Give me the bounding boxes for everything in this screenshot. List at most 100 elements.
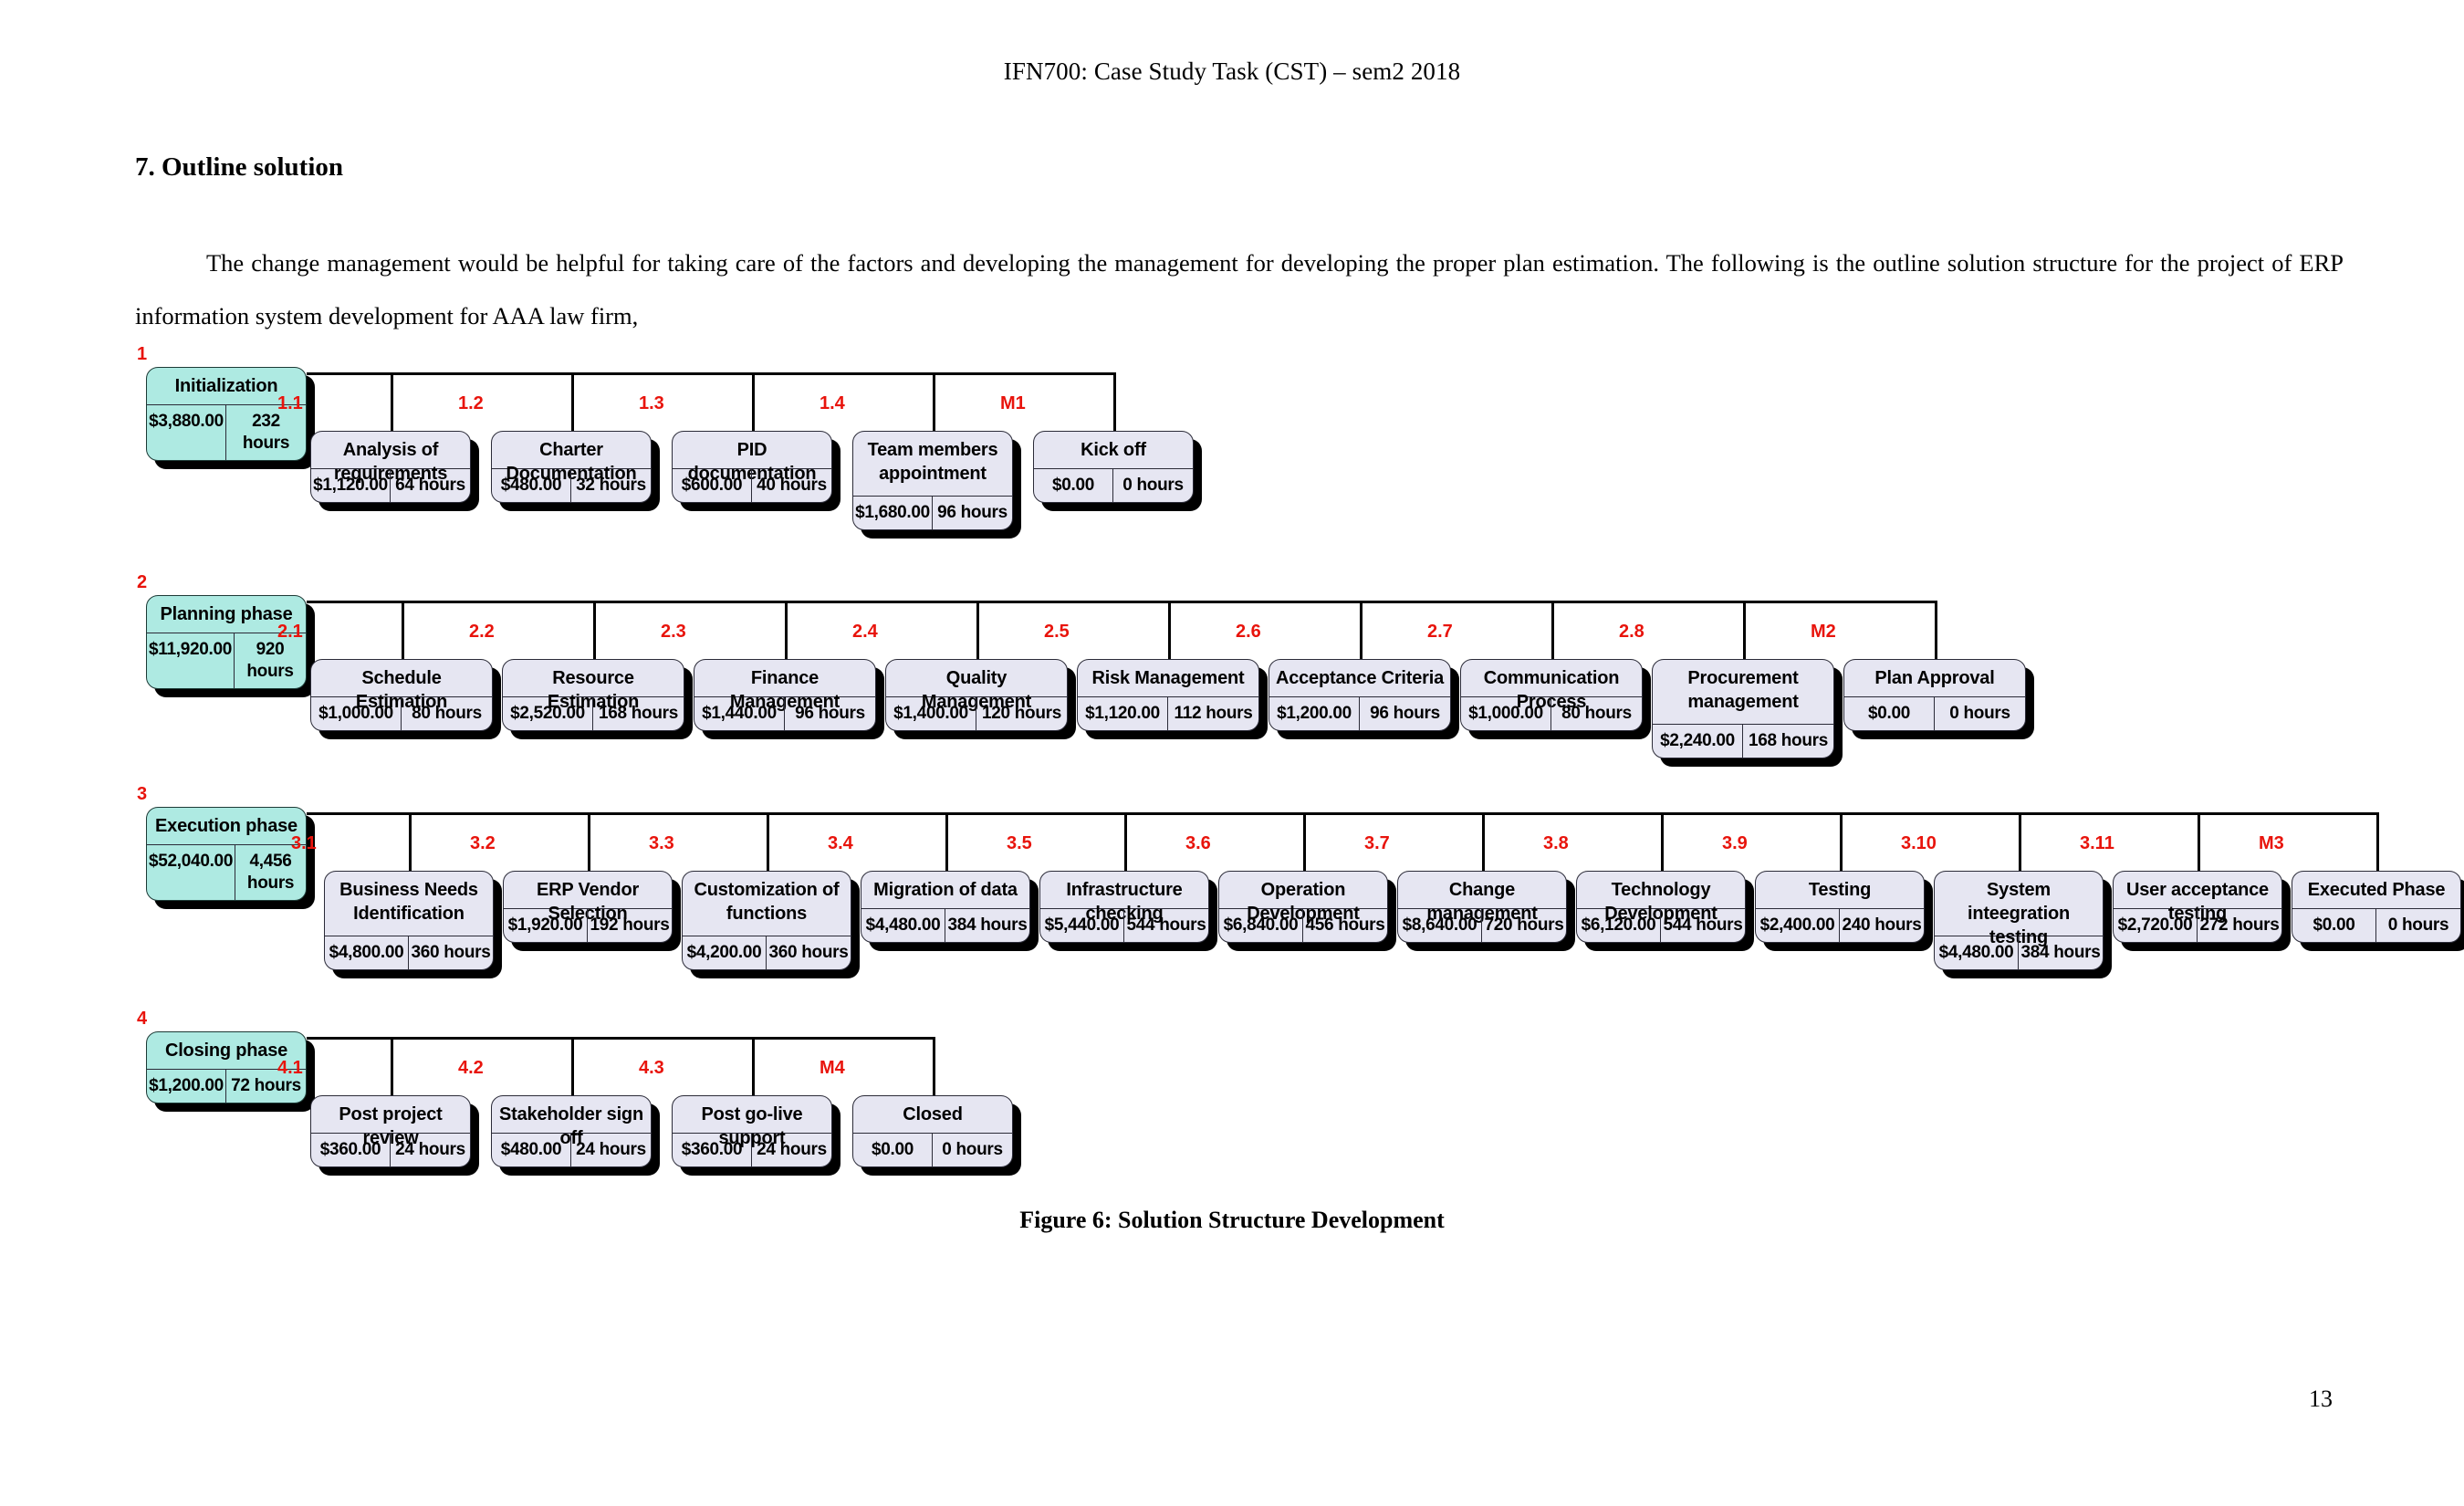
connector-drop-3.11 [2198,812,2200,871]
task-node-stats: $8,640.00 720 hours [1398,908,1566,942]
task-node-1.2[interactable]: Charter Documentation $480.00 32 hours [491,431,652,503]
task-node-cost: $2,720.00 [2114,909,2198,942]
connector-drop-3.9 [1840,812,1843,871]
task-node-cost: $1,000.00 [1461,697,1551,730]
task-node-hours: 192 hours [590,915,670,935]
task-node-title: Operation Development [1247,880,1360,924]
task-node-2.8[interactable]: Procurement management $2,240.00 168 hours [1652,659,1834,758]
task-node-cost: $1,000.00 [311,697,402,730]
task-node-title: Post project review [339,1104,443,1148]
task-node-3.7[interactable]: Change management $8,640.00 720 hours [1397,871,1567,943]
task-node-title: Acceptance Criteria [1275,668,1445,688]
task-node-1.3[interactable]: PID documentation $600.00 40 hours [672,431,832,503]
task-node-2.6[interactable]: Acceptance Criteria $1,200.00 96 hours [1269,659,1451,731]
task-node-2.2[interactable]: Resource Estimation $2,520.00 168 hours [502,659,684,731]
task-node-cost: $2,400.00 [1756,909,1840,942]
task-node-hours: 0 hours [2387,915,2449,935]
connector-drop-2.8 [1743,601,1746,659]
task-node-2.5[interactable]: Risk Management $1,120.00 112 hours [1077,659,1259,731]
task-node-stats: $1,440.00 96 hours [694,696,875,730]
task-node-title: System inteegration testing [1967,880,2071,947]
wbs-row-3: Execution phase $52,040.00 4,456 hours 3 Bus… [0,785,2464,1015]
task-node-1.1[interactable]: Analysis of requirements $1,120.00 64 hour… [310,431,471,503]
task-node-4.2[interactable]: Stakeholder sign off $480.00 24 hours [491,1095,652,1167]
task-node-hours: 720 hours [1484,915,1564,935]
task-node-M3[interactable]: Executed Phase $0.00 0 hours [2292,871,2461,943]
task-node-hours: 0 hours [942,1140,1003,1159]
connector-bus-1 [307,372,1113,375]
task-node-M4[interactable]: Closed $0.00 0 hours [852,1095,1013,1167]
connector-drop-2.6 [1360,601,1363,659]
task-node-title: Team members appointment [867,440,998,484]
connector-drop-3.2 [588,812,590,871]
wbs-id-1.3: 1.3 [639,393,664,413]
connector-drop-M2 [1935,601,1937,659]
task-node-2.3[interactable]: Finance Management $1,440.00 96 hours [694,659,876,731]
task-node-cost: $1,120.00 [311,469,391,502]
task-node-hours: 80 hours [1561,704,1632,723]
task-node-2.1[interactable]: Schedule Estimation $1,000.00 80 hours [310,659,493,731]
task-node-hours: 168 hours [598,704,679,723]
phase-node-2[interactable]: Planning phase $11,920.00 920 hours [146,595,307,689]
phase-node-1[interactable]: Initialization $3,880.00 232 hours [146,367,307,461]
connector-drop-4.3 [752,1037,755,1095]
task-node-title: Finance Management [729,668,840,712]
task-node-title: Executed Phase [2307,880,2446,900]
task-node-hours: 96 hours [795,704,865,723]
wbs-diagram: Initialization $3,880.00 232 hours 1 Analysi… [0,345,2464,1177]
task-node-stats: $1,120.00 64 hours [311,468,470,502]
task-node-3.1[interactable]: Business Needs Identification $4,800.00 36… [324,871,494,970]
task-node-stats: $4,200.00 360 hours [683,936,851,969]
wbs-id-3.4: 3.4 [828,833,853,853]
wbs-id-3.11: 3.11 [2080,833,2114,853]
task-node-cost: $2,520.00 [503,697,593,730]
wbs-id-3.10: 3.10 [1901,833,1937,853]
task-node-3.10[interactable]: System inteegration testing $4,480.00 384 … [1934,871,2104,970]
wbs-id-3.7: 3.7 [1364,833,1390,853]
task-node-cost: $2,240.00 [1653,725,1743,758]
connector-drop-2.7 [1551,601,1554,659]
connector-drop-M1 [1113,372,1116,431]
wbs-id-1.2: 1.2 [458,393,484,413]
wbs-id-3.8: 3.8 [1543,833,1569,853]
task-node-stats: $1,000.00 80 hours [311,696,492,730]
wbs-id-2.3: 2.3 [661,622,686,642]
wbs-id-M3: M3 [2259,833,2284,853]
connector-drop-3.5 [1124,812,1127,871]
connector-drop-1.4 [933,372,935,431]
task-node-hours: 0 hours [1122,476,1184,495]
task-node-3.2[interactable]: ERP Vendor Selection $1,920.00 192 hours [503,871,673,943]
task-node-3.8[interactable]: Technology Development $6,120.00 544 hours [1576,871,1746,943]
task-node-cost: $0.00 [853,1134,933,1166]
task-node-title: Kick off [1081,440,1146,460]
task-node-3.5[interactable]: Infrastructure checking $5,440.00 544 hour… [1039,871,1209,943]
task-node-3.9[interactable]: Testing $2,400.00 240 hours [1755,871,1925,943]
wbs-id-2.4: 2.4 [852,622,878,642]
task-node-3.6[interactable]: Operation Development $6,840.00 456 hours [1218,871,1388,943]
task-node-4.1[interactable]: Post project review $360.00 24 hours [310,1095,471,1167]
task-node-cost: $360.00 [673,1134,752,1166]
task-node-stats: $4,480.00 384 hours [861,908,1029,942]
task-node-4.3[interactable]: Post go-live support $360.00 24 hours [672,1095,832,1167]
task-node-hours: 96 hours [937,503,1008,522]
task-node-1.4[interactable]: Team members appointment $1,680.00 96 hour… [852,431,1013,530]
task-node-stats: $2,240.00 168 hours [1653,724,1833,758]
task-node-hours: 120 hours [981,704,1062,723]
task-node-cost: $1,400.00 [886,697,976,730]
task-node-3.3[interactable]: Customization of functions $4,200.00 360 h… [682,871,851,970]
task-node-M1[interactable]: Kick off $0.00 0 hours [1033,431,1194,503]
wbs-id-3.1: 3.1 [291,833,317,853]
task-node-cost: $0.00 [1034,469,1113,502]
task-node-cost: $6,840.00 [1219,909,1303,942]
task-node-M2[interactable]: Plan Approval $0.00 0 hours [1843,659,2026,731]
task-node-title: Stakeholder sign off [499,1104,643,1148]
task-node-2.7[interactable]: Communication Process $1,000.00 80 hours [1460,659,1643,731]
task-node-2.4[interactable]: Quality Management $1,400.00 120 hours [885,659,1068,731]
task-node-3.4[interactable]: Migration of data $4,480.00 384 hours [861,871,1030,943]
page-number: 13 [2309,1386,2333,1412]
phase-node-3[interactable]: Execution phase $52,040.00 4,456 hours [146,807,307,901]
connector-drop-4.1 [391,1037,393,1095]
task-node-cost: $1,200.00 [1269,697,1360,730]
task-node-3.11[interactable]: User acceptance testing $2,720.00 272 hour… [2113,871,2282,943]
task-node-stats: $480.00 24 hours [492,1133,651,1166]
